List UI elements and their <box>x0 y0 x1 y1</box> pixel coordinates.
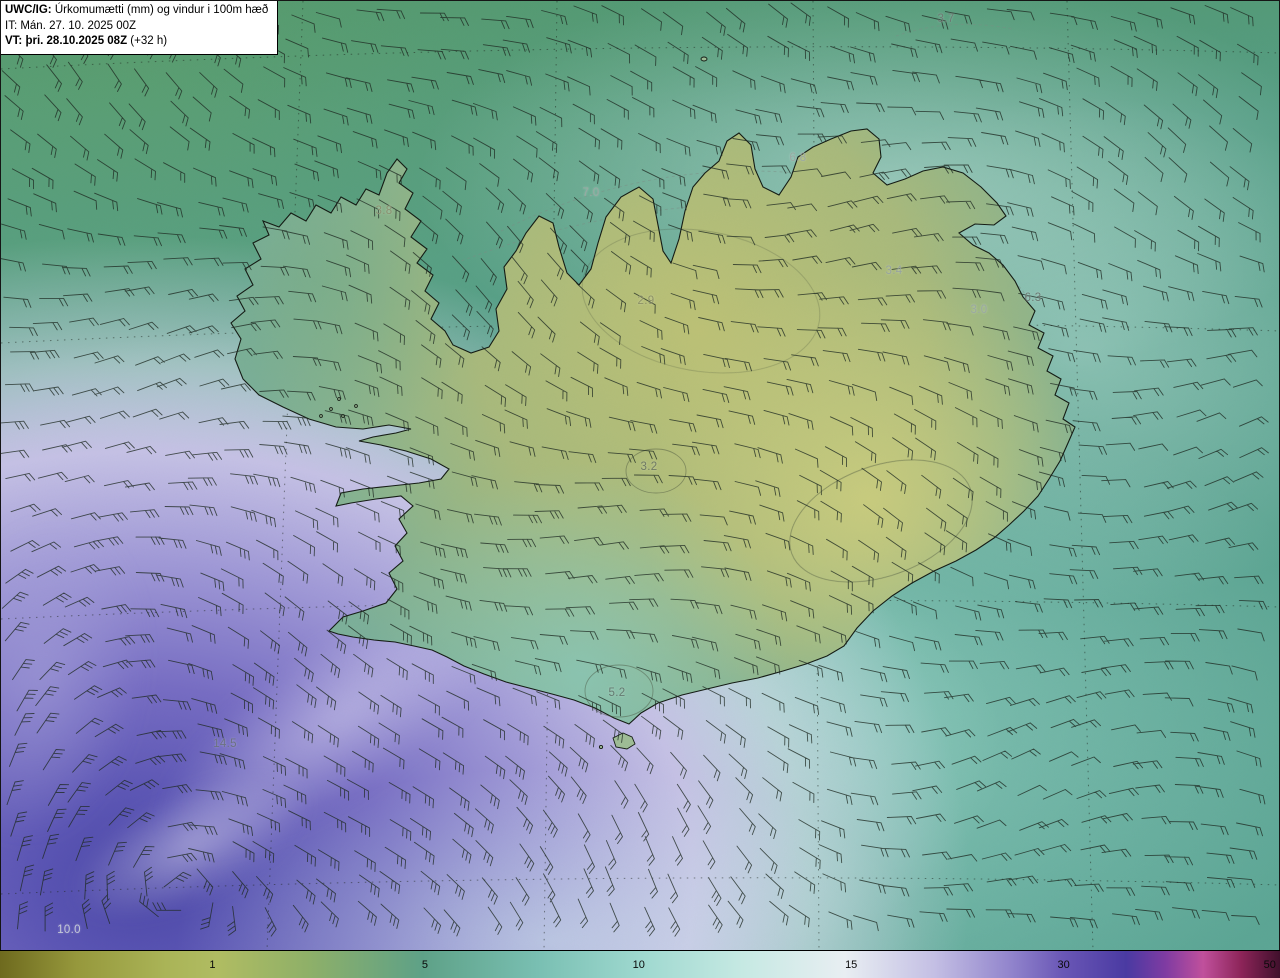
precip-value-label: 2.9 <box>637 295 655 307</box>
precip-value-label: 3.7 <box>937 13 955 25</box>
title-box: UWC/IG: Úrkomumætti (mm) og vindur i 100… <box>1 1 279 55</box>
colorbar-tick: 30 <box>1057 958 1070 971</box>
weather-forecast-map: 3.7 6.8 7.0 3.8 3.4 6.3 3.0 2.9 3.2 5.2 14.5 10.0 U… <box>0 0 1280 978</box>
precip-value-label: 3.4 <box>885 265 903 277</box>
colorbar-tick: 1 <box>209 958 216 971</box>
colorbar-tick: 10 <box>632 958 645 971</box>
valid-time: VT: þri. 28.10.2025 08Z (+32 h) <box>5 35 168 47</box>
colorbar-ticks: 1 5 10 15 30 50 <box>0 951 1280 978</box>
colorbar-tick: 15 <box>845 958 858 971</box>
precip-value-label: 14.5 <box>213 738 237 750</box>
precip-value-label: 3.2 <box>640 461 658 473</box>
precip-value-label: 6.3 <box>1024 292 1042 304</box>
init-time: IT: Mán. 27. 10. 2025 00Z <box>5 19 137 32</box>
model-id: UWC/IG: <box>5 4 52 16</box>
precip-value-label: 7.0 <box>582 187 600 199</box>
colorbar-tick: 5 <box>421 958 429 971</box>
precip-value-label: 3.8 <box>375 205 393 217</box>
precip-value-label: 10.0 <box>57 924 81 936</box>
map-title: UWC/IG: Úrkomumætti (mm) og vindur i 100… <box>5 4 269 16</box>
map-vector-layer <box>1 1 1279 950</box>
precipitation-colorbar: 1 5 10 15 30 50 <box>0 950 1280 978</box>
precip-value-label: 3.0 <box>970 304 988 316</box>
precip-value-label: 5.2 <box>608 687 626 699</box>
colorbar-tick: 50 <box>1263 958 1276 971</box>
precip-value-label: 6.8 <box>789 152 807 164</box>
map-canvas: 3.7 6.8 7.0 3.8 3.4 6.3 3.0 2.9 3.2 5.2 14.5 10.0 U… <box>0 0 1280 950</box>
